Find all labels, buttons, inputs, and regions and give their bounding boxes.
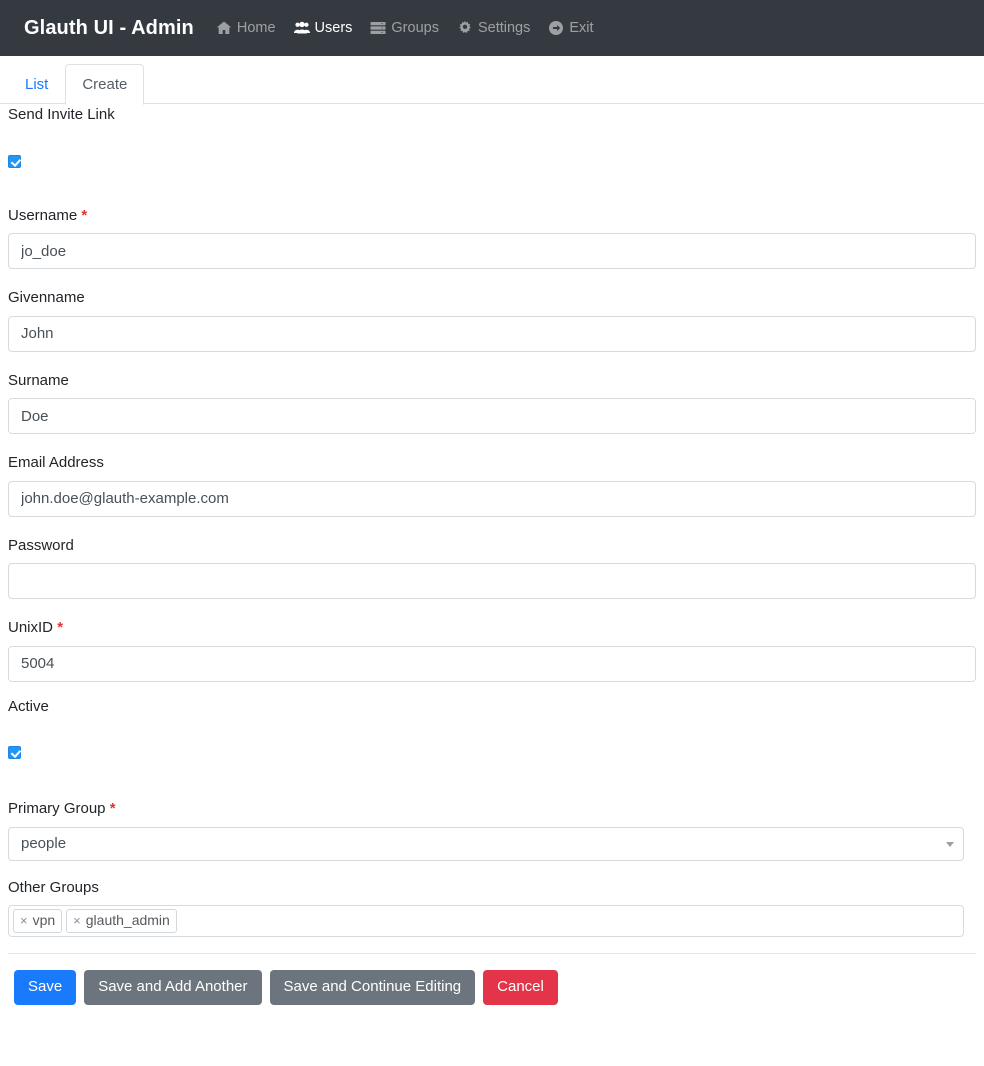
save-and-add-another-button[interactable]: Save and Add Another [84, 970, 262, 1005]
primary-group-select[interactable]: people [8, 826, 964, 861]
cancel-button[interactable]: Cancel [483, 970, 558, 1005]
username-label: Username * [8, 205, 976, 228]
email-input[interactable] [8, 480, 976, 517]
save-and-continue-editing-button[interactable]: Save and Continue Editing [269, 970, 476, 1005]
email-label: Email Address [8, 454, 104, 471]
surname-label: Surname [8, 371, 69, 389]
primary-group-label-text: Primary Group [8, 800, 106, 817]
field-password: Password [8, 535, 976, 599]
field-send-invite: Send Invite Link [8, 104, 976, 171]
nav-item-exit-label: Exit [569, 20, 594, 36]
tag-item[interactable]: × vpn [13, 909, 63, 933]
password-input[interactable] [8, 563, 976, 599]
other-groups-tag-input[interactable]: × vpn × glauth_admin [8, 905, 964, 937]
tag-item[interactable]: × glauth_admin [66, 909, 177, 933]
username-input[interactable] [8, 233, 976, 269]
remove-tag-icon[interactable]: × [20, 914, 28, 927]
username-required-mark: * [81, 206, 88, 224]
save-button[interactable]: Save [14, 970, 77, 1005]
home-icon [216, 20, 232, 36]
unixid-label-text: UnixID [8, 619, 54, 636]
nav-item-users[interactable]: Users [293, 20, 353, 36]
active-label: Active [8, 697, 49, 715]
form-actions: Save Save and Add Another Save and Conti… [0, 954, 984, 1005]
unixid-input[interactable] [8, 645, 976, 682]
unixid-label: UnixID * [8, 617, 976, 640]
givenname-label: Givenname [8, 289, 85, 306]
remove-tag-icon[interactable]: × [73, 914, 81, 927]
main-navigation: Home Users Groups Settings Exit [216, 20, 594, 36]
users-icon [293, 20, 310, 36]
active-checkbox[interactable] [8, 746, 21, 760]
unixid-required-mark: * [57, 619, 64, 636]
nav-item-groups-label: Groups [391, 20, 439, 36]
givenname-input[interactable] [8, 315, 976, 352]
field-email: Email Address [8, 452, 976, 517]
nav-item-settings[interactable]: Settings [457, 20, 530, 36]
field-givenname: Givenname [8, 287, 976, 352]
field-other-groups: Other Groups × vpn × glauth_admin [8, 877, 976, 937]
password-label: Password [8, 536, 74, 554]
tag-label: vpn [32, 912, 56, 929]
nav-item-users-label: Users [314, 20, 353, 36]
username-label-text: Username [8, 206, 78, 224]
tab-bar: List Create [0, 56, 984, 106]
send-invite-checkbox[interactable] [8, 154, 21, 168]
nav-item-home-label: Home [236, 20, 276, 36]
tag-label: glauth_admin [85, 912, 170, 929]
brand-title: Glauth UI - Admin [24, 16, 194, 39]
field-primary-group: Primary Group * people [8, 798, 976, 861]
primary-group-required-mark: * [109, 800, 116, 817]
nav-item-home[interactable]: Home [216, 20, 276, 36]
primary-group-select-wrapper: people [8, 826, 964, 861]
field-unixid: UnixID * [8, 617, 976, 682]
nav-item-groups[interactable]: Groups [370, 20, 439, 36]
tab-list[interactable]: List [8, 64, 65, 106]
exit-icon [548, 20, 564, 36]
navbar: Glauth UI - Admin Home Users Groups Sett… [0, 0, 984, 56]
groups-icon [370, 20, 386, 36]
surname-input[interactable] [8, 398, 976, 434]
user-create-form: Send Invite Link Username * Givenname Su… [0, 104, 984, 937]
tab-create[interactable]: Create [65, 63, 145, 105]
field-username: Username * [8, 205, 976, 269]
send-invite-label: Send Invite Link [8, 106, 115, 123]
field-active: Active [8, 696, 976, 763]
primary-group-label: Primary Group * [8, 798, 976, 821]
other-groups-label: Other Groups [8, 878, 99, 896]
field-surname: Surname [8, 370, 976, 434]
nav-item-settings-label: Settings [477, 20, 531, 36]
nav-item-exit[interactable]: Exit [548, 20, 594, 36]
gear-icon [457, 20, 473, 36]
